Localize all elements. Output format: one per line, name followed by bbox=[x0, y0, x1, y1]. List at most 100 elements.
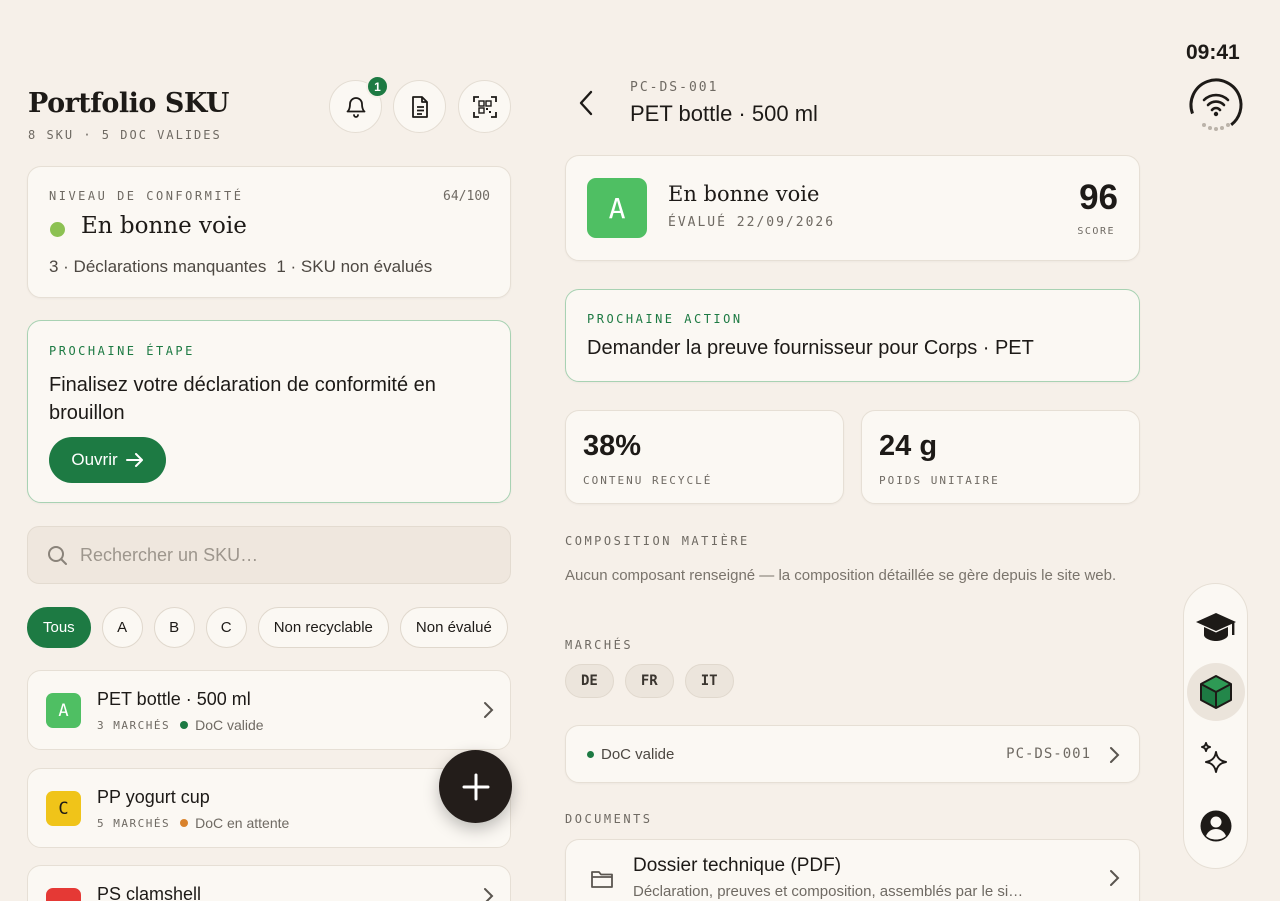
nav-profile[interactable] bbox=[1187, 797, 1245, 855]
sku-row[interactable]: A PET bottle · 500 ml 3 MARCHÉS DoC vali… bbox=[27, 670, 511, 750]
open-button[interactable]: Ouvrir bbox=[49, 437, 166, 483]
filter-chip-not-evaluated[interactable]: Non évalué bbox=[399, 607, 508, 648]
side-navigation bbox=[1183, 583, 1248, 869]
stat-label: CONTENU RECYCLÉ bbox=[583, 474, 713, 487]
grade-badge: C bbox=[46, 791, 81, 826]
search-input[interactable] bbox=[80, 544, 460, 566]
page-title: Portfolio SKU bbox=[28, 88, 229, 119]
composition-kicker: COMPOSITION MATIÈRE bbox=[565, 534, 750, 548]
doc-status-dot bbox=[180, 721, 189, 729]
notification-badge: 1 bbox=[366, 75, 389, 98]
chevron-right-icon bbox=[484, 702, 494, 718]
filter-chip-all[interactable]: Tous bbox=[27, 607, 91, 648]
score-label: SCORE bbox=[1077, 226, 1115, 237]
documents-kicker: DOCUMENTS bbox=[565, 812, 653, 826]
doc-status-dot bbox=[587, 751, 594, 758]
filter-chip-c[interactable]: C bbox=[205, 607, 247, 648]
sku-markets: 5 MARCHÉS bbox=[97, 816, 171, 830]
sku-doc-status: DoC valide bbox=[195, 717, 264, 733]
add-sku-button[interactable] bbox=[439, 750, 512, 823]
nav-products[interactable] bbox=[1187, 663, 1245, 721]
back-button[interactable] bbox=[575, 88, 599, 118]
nav-learn[interactable] bbox=[1187, 599, 1245, 657]
document-row[interactable]: Dossier technique (PDF) Déclaration, pre… bbox=[565, 839, 1140, 901]
stat-label: POIDS UNITAIRE bbox=[879, 474, 1000, 487]
graduation-cap-icon bbox=[1196, 613, 1236, 641]
compliance-card[interactable]: NIVEAU DE CONFORMITÉ 64/100 En bonne voi… bbox=[27, 166, 511, 298]
status-time: 09:41 bbox=[1186, 41, 1240, 64]
wifi-icon bbox=[1189, 78, 1243, 132]
detail-code: PC-DS-001 bbox=[630, 80, 719, 95]
stat-value: 38% bbox=[583, 430, 642, 462]
missing-declarations: 3 · Déclarations manquantes bbox=[49, 257, 267, 276]
filter-chip-non-recyclable[interactable]: Non recyclable bbox=[257, 607, 389, 648]
grade-badge: A bbox=[46, 693, 81, 728]
detail-status: En bonne voie bbox=[668, 182, 820, 206]
score-value: 96 bbox=[1079, 178, 1118, 217]
sku-row[interactable]: C PP yogurt cup 5 MARCHÉS DoC en attente bbox=[27, 768, 511, 848]
sku-detail-panel: PC-DS-001 PET bottle · 500 ml A En bonne… bbox=[565, 0, 1140, 901]
markets-kicker: MARCHÉS bbox=[565, 638, 634, 652]
search-bar[interactable] bbox=[27, 526, 511, 584]
next-step-kicker: PROCHAINE ÉTAPE bbox=[49, 344, 195, 358]
arrow-right-icon bbox=[125, 453, 143, 467]
market-tag-de: DE bbox=[565, 664, 614, 698]
score-card: A En bonne voie ÉVALUÉ 22/09/2026 96 SCO… bbox=[565, 155, 1140, 261]
compliance-summary: 3 · Déclarations manquantes 1 · SKU non … bbox=[49, 257, 432, 277]
sku-row[interactable]: PS clamshell bbox=[27, 865, 511, 901]
unit-weight-card: 24 g POIDS UNITAIRE bbox=[861, 410, 1140, 504]
next-action-text: Demander la preuve fournisseur pour Corp… bbox=[587, 337, 1034, 359]
unevaluated-skus: 1 · SKU non évalués bbox=[276, 257, 433, 276]
nav-assistant[interactable] bbox=[1187, 730, 1245, 788]
stat-value: 24 g bbox=[879, 430, 938, 462]
sku-name: PET bottle · 500 ml bbox=[97, 689, 251, 709]
scan-button[interactable] bbox=[458, 80, 511, 133]
market-tags: DE FR IT bbox=[565, 664, 734, 698]
folder-icon bbox=[591, 871, 613, 888]
recycled-content-card: 38% CONTENU RECYCLÉ bbox=[565, 410, 844, 504]
chevron-right-icon bbox=[1110, 870, 1120, 886]
plus-icon bbox=[462, 773, 489, 800]
market-tag-it: IT bbox=[684, 664, 734, 698]
next-step-text: Finalisez votre déclaration de conformit… bbox=[49, 374, 436, 424]
filter-chips: Tous A B C Non recyclable Non évalué bbox=[27, 607, 508, 648]
document-subtitle: Déclaration, preuves et composition, ass… bbox=[633, 883, 1024, 900]
status-dot bbox=[50, 222, 65, 237]
next-action-card[interactable]: PROCHAINE ACTION Demander la preuve four… bbox=[565, 289, 1140, 382]
chevron-right-icon bbox=[484, 888, 494, 901]
documents-button[interactable] bbox=[393, 80, 446, 133]
grade-badge: A bbox=[587, 178, 647, 238]
grade-badge bbox=[46, 888, 81, 901]
open-button-label: Ouvrir bbox=[71, 450, 118, 469]
next-step-card: PROCHAINE ÉTAPE Finalisez votre déclarat… bbox=[27, 320, 511, 503]
doc-code: PC-DS-001 bbox=[1006, 746, 1091, 762]
qr-scan-icon bbox=[472, 95, 497, 118]
bell-icon bbox=[346, 96, 365, 118]
portfolio-subtitle: 8 SKU · 5 DOC VALIDES bbox=[28, 128, 222, 142]
next-action-kicker: PROCHAINE ACTION bbox=[587, 312, 743, 326]
sku-doc-status: DoC en attente bbox=[195, 815, 290, 831]
compliance-kicker: NIVEAU DE CONFORMITÉ bbox=[49, 189, 244, 203]
doc-row[interactable]: DoC valide PC-DS-001 bbox=[565, 725, 1140, 783]
doc-status: DoC valide bbox=[601, 746, 675, 763]
sku-meta: 3 MARCHÉS DoC valide bbox=[97, 717, 264, 733]
sku-name: PP yogurt cup bbox=[97, 787, 210, 807]
sku-name: PS clamshell bbox=[97, 884, 202, 901]
search-icon bbox=[48, 545, 67, 565]
sparkles-icon bbox=[1201, 742, 1227, 773]
package-icon bbox=[1200, 675, 1232, 709]
compliance-score: 64/100 bbox=[443, 189, 490, 204]
document-title: Dossier technique (PDF) bbox=[633, 855, 842, 876]
user-avatar-icon bbox=[1200, 810, 1232, 842]
composition-text: Aucun composant renseigné — la compositi… bbox=[565, 567, 1117, 584]
notifications-button[interactable]: 1 bbox=[329, 75, 389, 133]
portfolio-panel: Portfolio SKU 8 SKU · 5 DOC VALIDES 1 NI… bbox=[27, 0, 512, 901]
doc-status-dot bbox=[180, 819, 189, 827]
sku-markets: 3 MARCHÉS bbox=[97, 718, 171, 732]
filter-chip-b[interactable]: B bbox=[153, 607, 195, 648]
compliance-status: En bonne voie bbox=[81, 213, 247, 239]
sku-meta: 5 MARCHÉS DoC en attente bbox=[97, 815, 289, 831]
chevron-right-icon bbox=[1110, 747, 1120, 763]
filter-chip-a[interactable]: A bbox=[101, 607, 143, 648]
detail-title: PET bottle · 500 ml bbox=[630, 101, 818, 126]
